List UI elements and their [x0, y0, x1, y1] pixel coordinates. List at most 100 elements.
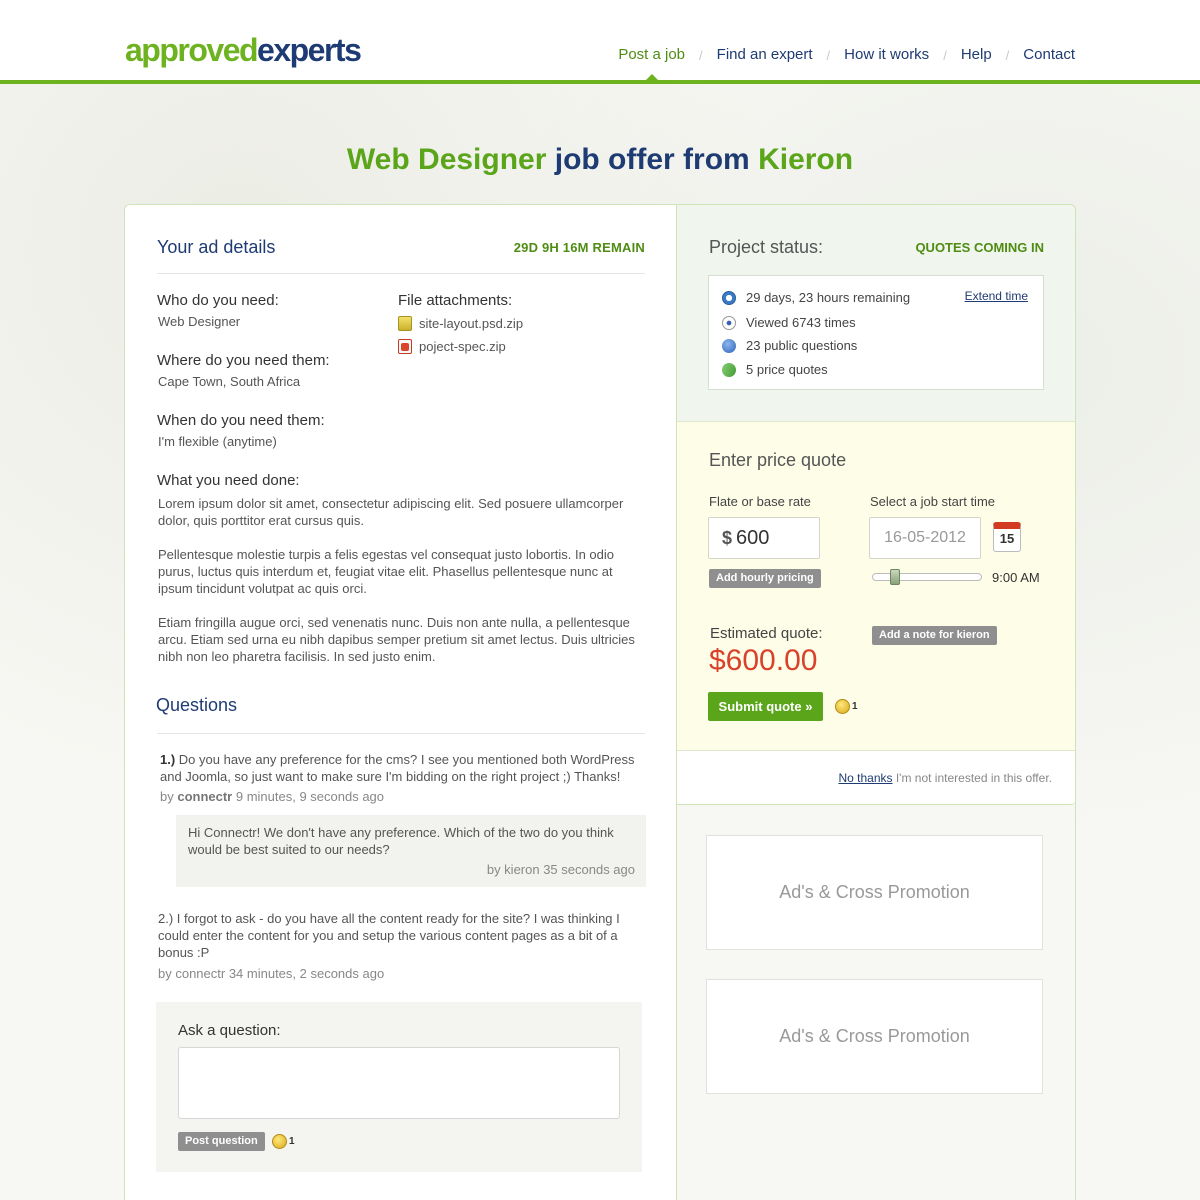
- ad-promo-box[interactable]: Ad's & Cross Promotion: [706, 979, 1043, 1094]
- no-thanks-link[interactable]: No thanks: [838, 771, 892, 785]
- project-status-heading: Project status:: [709, 237, 824, 257]
- when-label: When do you need them:: [157, 412, 325, 429]
- stat-questions: 23 public questions: [722, 338, 857, 353]
- who-label: Who do you need:: [157, 292, 279, 309]
- nav-help[interactable]: Help: [961, 45, 992, 65]
- meta-by: by: [160, 789, 178, 804]
- stat-text: 23 public questions: [746, 338, 858, 353]
- ad-details-panel: Your ad details 29D 9H 16M REMAIN Who do…: [125, 205, 676, 1200]
- file-attachments-label: File attachments:: [398, 292, 513, 309]
- logo-part-approved: approved: [125, 32, 259, 68]
- start-time-label: Select a job start time: [870, 494, 995, 509]
- post-question-button[interactable]: Post question: [178, 1132, 265, 1151]
- logo-part-experts: experts: [257, 32, 362, 68]
- who-value: Web Designer: [158, 314, 241, 329]
- time-slider[interactable]: [872, 573, 982, 581]
- zip-icon: [398, 316, 412, 331]
- title-middle: job offer from: [546, 143, 759, 176]
- what-label: What you need done:: [157, 472, 300, 489]
- add-note-button[interactable]: Add a note for kieron: [872, 626, 997, 645]
- calendar-icon[interactable]: 15: [993, 522, 1021, 552]
- decline-offer: No thanks I'm not interested in this off…: [677, 771, 1052, 785]
- nav-contact[interactable]: Contact: [1023, 45, 1075, 65]
- questions-heading: Questions: [156, 695, 238, 715]
- where-label: Where do you need them:: [157, 352, 330, 369]
- ask-question-box: Ask a question: Post question 1: [156, 1002, 642, 1172]
- meta-time: 9 minutes, 9 seconds ago: [232, 789, 385, 804]
- start-date-input[interactable]: 16-05-2012: [869, 517, 981, 559]
- time-value: 9:00 AM: [992, 570, 1040, 585]
- ask-question-input[interactable]: [178, 1047, 620, 1119]
- eye-icon: [722, 315, 736, 330]
- file-attachment[interactable]: poject-spec.zip: [398, 339, 506, 354]
- nav-separator: /: [1005, 47, 1010, 63]
- question-body: Do you have any preference for the cms? …: [160, 752, 635, 784]
- dollar-icon: $: [722, 527, 733, 548]
- coin-count: 1: [852, 701, 858, 712]
- nav-post-a-job[interactable]: Post a job: [618, 45, 685, 65]
- price-quote-section: Enter price quote Flate or base rate $ 6…: [677, 421, 1075, 751]
- stat-text: 29 days, 23 hours remaining: [746, 290, 911, 305]
- file-attachment[interactable]: site-layout.psd.zip: [398, 316, 523, 331]
- file-name: site-layout.psd.zip: [419, 316, 524, 331]
- time-remaining-badge: 29D 9H 16M REMAIN: [513, 240, 645, 255]
- description-paragraph: Lorem ipsum dolor sit amet, consectetur …: [158, 496, 624, 528]
- add-hourly-pricing-button[interactable]: Add hourly pricing: [709, 569, 821, 588]
- main-nav: Post a job / Find an expert / How it wor…: [618, 45, 1075, 65]
- question-2-text: 2.) I forgot to ask - do you have all th…: [158, 911, 620, 960]
- coin-count: 1: [289, 1136, 295, 1147]
- time-slider-handle[interactable]: [890, 569, 900, 585]
- question-2-meta: by connectr 34 minutes, 2 seconds ago: [158, 966, 385, 981]
- title-role: Web Designer: [346, 143, 547, 176]
- project-panel: Project status: QUOTES COMING IN 29 days…: [676, 205, 1075, 805]
- reply-box: Hi Connectr! We don't have any preferenc…: [176, 815, 646, 887]
- logo[interactable]: approvedexperts: [125, 30, 362, 70]
- estimated-quote-label: Estimated quote:: [710, 625, 823, 642]
- ask-question-label: Ask a question:: [178, 1022, 281, 1039]
- when-value: I'm flexible (anytime): [158, 434, 277, 449]
- stat-time-remaining: 29 days, 23 hours remaining: [722, 290, 910, 305]
- where-value: Cape Town, South Africa: [158, 374, 301, 389]
- stat-quotes: 5 price quotes: [720, 360, 828, 379]
- coin-cost: 1: [835, 699, 858, 714]
- money-icon: [720, 360, 738, 379]
- page-title: Web Designer job offer from Kieron: [0, 140, 1200, 180]
- question-1-text: 1.) Do you have any preference for the c…: [160, 751, 646, 785]
- nav-separator: /: [699, 47, 703, 63]
- project-status-value: QUOTES COMING IN: [915, 240, 1044, 255]
- title-name: Kieron: [758, 143, 854, 176]
- coins-icon: [272, 1134, 287, 1149]
- rate-input[interactable]: $ 600: [708, 517, 820, 559]
- question-icon: [722, 338, 736, 353]
- nav-active-pointer: [645, 74, 659, 81]
- submit-quote-button[interactable]: Submit quote »: [708, 692, 823, 721]
- stat-text: 5 price quotes: [746, 362, 828, 377]
- project-stats-box: 29 days, 23 hours remaining Extend time …: [708, 275, 1044, 390]
- coins-icon: [835, 699, 850, 714]
- ad-details-heading: Your ad details: [157, 237, 276, 257]
- clock-icon: [722, 290, 736, 305]
- ad-promo-box[interactable]: Ad's & Cross Promotion: [706, 835, 1043, 950]
- question-author: connectr: [177, 789, 233, 804]
- stat-text: Viewed 6743 times: [746, 315, 856, 330]
- question-number: 1.): [160, 752, 176, 767]
- nav-separator: /: [826, 47, 831, 63]
- nav-separator: /: [943, 47, 947, 63]
- rate-label: Flate or base rate: [709, 494, 811, 509]
- reply-meta: by kieron 35 seconds ago: [486, 862, 635, 877]
- rate-value: 600: [736, 526, 770, 549]
- no-thanks-text: I'm not interested in this offer.: [892, 771, 1052, 785]
- coin-cost: 1: [272, 1134, 295, 1149]
- estimated-quote-value: $600.00: [709, 644, 818, 677]
- description-paragraph: Etiam fringilla augue orci, sed venenati…: [158, 615, 635, 664]
- divider: [157, 733, 645, 734]
- stat-views: Viewed 6743 times: [722, 315, 856, 330]
- project-status-section: Project status: QUOTES COMING IN 29 days…: [677, 205, 1075, 421]
- price-quote-heading: Enter price quote: [709, 450, 847, 470]
- pdf-icon: [398, 339, 412, 354]
- extend-time-link[interactable]: Extend time: [965, 289, 1028, 303]
- nav-how-it-works[interactable]: How it works: [844, 45, 929, 65]
- file-name: poject-spec.zip: [419, 339, 506, 354]
- reply-text: Hi Connectr! We don't have any preferenc…: [188, 825, 614, 857]
- nav-find-an-expert[interactable]: Find an expert: [717, 45, 813, 65]
